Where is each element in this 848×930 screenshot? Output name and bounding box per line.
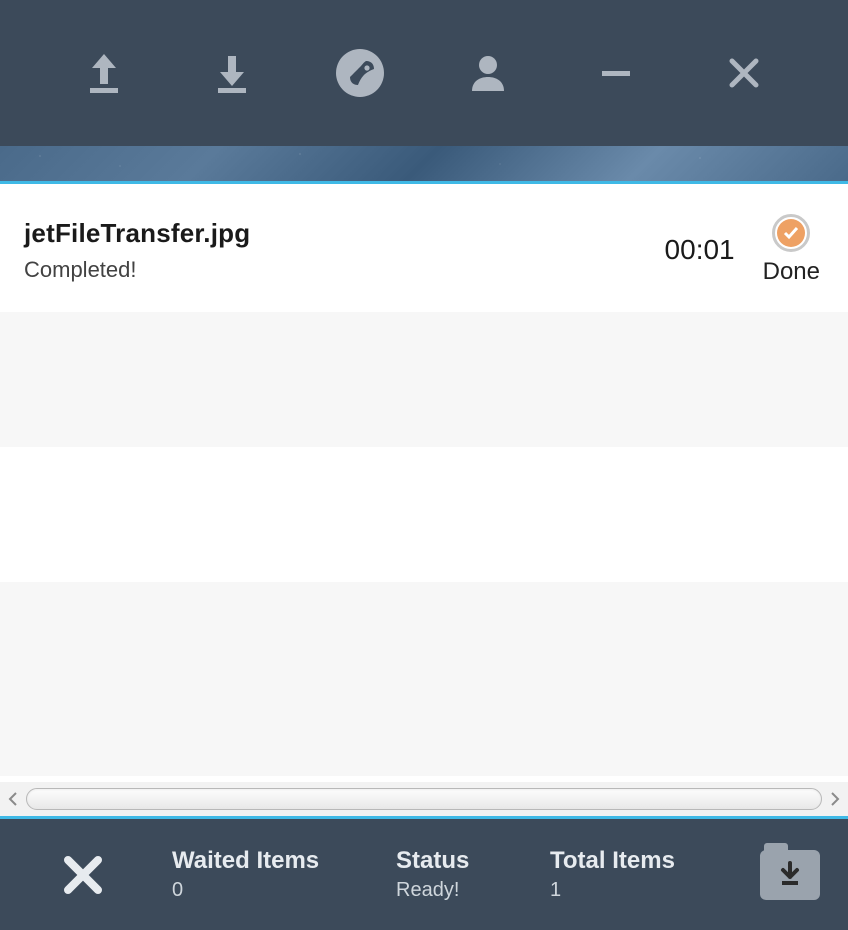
state-label: Done [763,258,820,286]
launch-button[interactable] [330,43,390,103]
transfer-list: jetFileTransfer.jpg Completed! 00:01 Don… [0,184,848,782]
file-status: Completed! [24,257,645,283]
state-column: Done [763,214,824,286]
waited-label: Waited Items [172,847,362,875]
scroll-left-button[interactable] [4,787,22,811]
main-toolbar [0,0,848,146]
total-value: 1 [550,879,700,902]
scroll-right-button[interactable] [826,787,844,811]
transfer-row[interactable]: jetFileTransfer.jpg Completed! 00:01 Don… [0,184,848,312]
user-icon [466,51,510,95]
account-button[interactable] [458,43,518,103]
clear-button[interactable] [28,852,138,898]
status-bar: Waited Items 0 Status Ready! Total Items… [0,816,848,930]
close-button[interactable] [714,43,774,103]
banner-image [0,146,848,184]
status-label: Status [396,847,516,875]
rocket-icon [334,47,386,99]
close-icon [724,53,764,93]
minimize-icon [596,53,636,93]
horizontal-scrollbar[interactable] [0,782,848,816]
open-downloads-button[interactable] [760,850,820,900]
empty-row [0,582,848,776]
chevron-left-icon [8,792,18,806]
status-block: Status Ready! [396,847,516,902]
close-icon [60,852,106,898]
waited-value: 0 [172,879,362,902]
done-badge [772,214,810,252]
waited-block: Waited Items 0 [172,847,362,902]
checkmark-icon [782,224,800,242]
upload-button[interactable] [74,43,134,103]
file-name: jetFileTransfer.jpg [24,218,645,249]
scroll-track[interactable] [26,788,822,810]
download-icon [207,48,257,98]
empty-row [0,312,848,447]
total-block: Total Items 1 [550,847,700,902]
total-label: Total Items [550,847,700,875]
file-info: jetFileTransfer.jpg Completed! [24,218,645,283]
elapsed-time: 00:01 [665,234,743,266]
download-folder-icon [778,861,802,889]
status-value: Ready! [396,879,516,902]
minimize-button[interactable] [586,43,646,103]
download-button[interactable] [202,43,262,103]
upload-icon [79,48,129,98]
empty-row [0,447,848,582]
chevron-right-icon [830,792,840,806]
